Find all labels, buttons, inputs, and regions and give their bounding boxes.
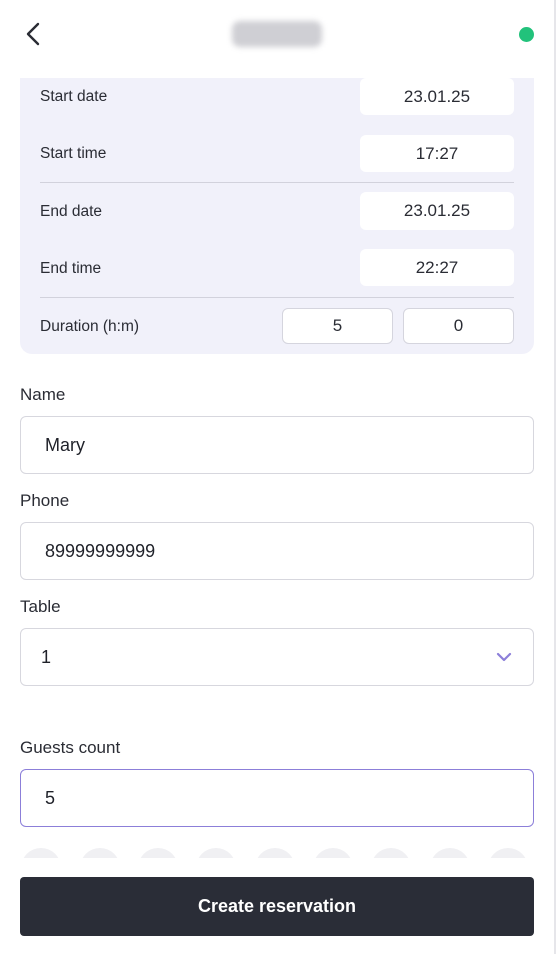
top-bar	[0, 0, 554, 70]
duration-label: Duration (h:m)	[40, 318, 140, 335]
guest-chip[interactable]	[371, 848, 411, 858]
chevron-left-icon	[26, 22, 40, 46]
back-button[interactable]	[18, 18, 50, 50]
start-time-row: Start time 17:27	[40, 135, 514, 173]
guest-chip[interactable]	[138, 848, 178, 858]
start-date-label: Start date	[40, 88, 108, 105]
end-date-picker[interactable]: 23.01.25	[360, 192, 514, 230]
start-time-picker[interactable]: 17:27	[360, 135, 514, 172]
online-status-indicator	[519, 27, 534, 42]
name-label: Name	[20, 385, 66, 404]
start-time-label: Start time	[40, 145, 107, 162]
phone-field[interactable]: 89999999999	[20, 522, 534, 580]
end-time-picker[interactable]: 22:27	[360, 249, 514, 286]
guest-chip[interactable]	[430, 848, 470, 858]
guest-chip[interactable]	[80, 848, 120, 858]
end-date-label: End date	[40, 203, 103, 220]
create-reservation-button[interactable]: Create reservation	[20, 877, 534, 936]
guest-quick-select-row	[0, 848, 554, 858]
duration-minutes-input[interactable]: 0	[403, 308, 514, 344]
reservation-time-card: Start date 23.01.25 Start time 17:27 End…	[20, 78, 534, 354]
guest-chip[interactable]	[255, 848, 295, 858]
name-field[interactable]: Mary	[20, 416, 534, 474]
name-value: Mary	[45, 434, 85, 455]
end-time-row: End time 22:27	[40, 249, 514, 287]
divider	[40, 182, 514, 183]
guests-count-value: 5	[45, 787, 56, 808]
duration-hours-input[interactable]: 5	[282, 308, 393, 344]
duration-row: Duration (h:m) 5 0	[40, 308, 514, 344]
start-date-picker[interactable]: 23.01.25	[360, 78, 514, 115]
chevron-down-icon	[496, 652, 512, 662]
start-date-row: Start date 23.01.25	[40, 78, 514, 116]
guest-chip[interactable]	[313, 848, 353, 858]
guest-chip[interactable]	[196, 848, 236, 858]
guests-count-field[interactable]: 5	[20, 769, 534, 827]
guests-count-label: Guests count	[20, 738, 121, 757]
end-date-row: End date 23.01.25	[40, 192, 514, 230]
phone-value: 89999999999	[45, 540, 156, 561]
table-label: Table	[20, 597, 61, 616]
table-select[interactable]: 1	[20, 628, 534, 686]
end-time-label: End time	[40, 260, 102, 277]
table-value: 1	[41, 646, 52, 667]
divider	[40, 297, 514, 298]
guest-chip[interactable]	[488, 848, 528, 858]
page-title-obscured	[232, 21, 322, 47]
guest-chip[interactable]	[21, 848, 61, 858]
phone-label: Phone	[20, 491, 70, 510]
